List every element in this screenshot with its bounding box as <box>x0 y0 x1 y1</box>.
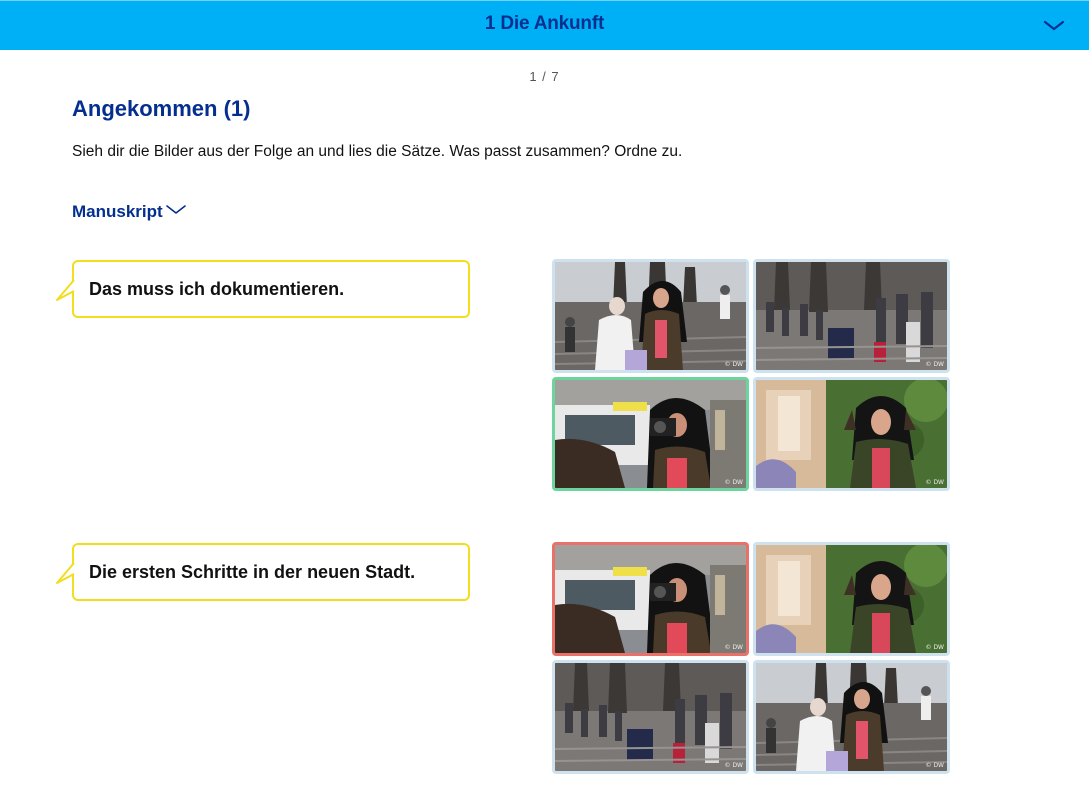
sentence-bubble: Die ersten Schritte in der neuen Stadt. <box>56 543 470 601</box>
exercise-title: Angekommen (1) <box>72 96 251 121</box>
sentence-text: Das muss ich dokumentieren. <box>89 279 345 299</box>
page-indicator: 1 / 7 <box>529 69 560 84</box>
image-choice-grid: © DW © DW © DW © DW <box>552 542 952 776</box>
scene-image <box>756 663 947 771</box>
image-tile-crowd-on-stairs-at-cathedral[interactable]: © DW <box>753 259 950 373</box>
watermark: © DW <box>925 479 944 486</box>
image-tile-woman-with-old-man-on-stairs[interactable]: © DW <box>552 259 749 373</box>
watermark: © DW <box>724 644 743 651</box>
watermark: © DW <box>724 361 743 368</box>
chevron-down-icon[interactable] <box>1043 17 1065 33</box>
image-tile-woman-taking-photo-at-taxi[interactable]: © DW <box>552 377 749 491</box>
image-tile-crowd-on-stairs-at-cathedral[interactable]: © DW <box>552 660 749 774</box>
speech-tail-icon <box>56 559 75 585</box>
watermark: © DW <box>925 644 944 651</box>
chapter-header[interactable]: 1 Die Ankunft <box>0 0 1089 50</box>
sentence-text: Die ersten Schritte in der neuen Stadt. <box>89 562 416 582</box>
manuscript-toggle[interactable]: Manuskript <box>72 202 187 222</box>
watermark: © DW <box>724 479 743 486</box>
scene-image <box>756 380 947 488</box>
scene-image <box>555 380 746 488</box>
chapter-title: 1 Die Ankunft <box>484 13 605 34</box>
manuscript-label: Manuskript <box>72 202 163 221</box>
image-tile-woman-with-old-man-on-stairs[interactable]: © DW <box>753 660 950 774</box>
scene-image <box>555 262 746 370</box>
exercise-instructions: Sieh dir die Bilder aus der Folge an und… <box>72 143 683 160</box>
watermark: © DW <box>925 361 944 368</box>
scene-image <box>555 545 746 653</box>
image-tile-woman-taking-photo-at-taxi[interactable]: © DW <box>552 542 749 656</box>
scene-image <box>756 262 947 370</box>
scene-image <box>756 545 947 653</box>
image-choice-grid: © DW © DW © DW © DW <box>552 259 952 493</box>
speech-tail-icon <box>56 276 75 302</box>
image-tile-woman-holding-head-at-building[interactable]: © DW <box>753 377 950 491</box>
image-tile-woman-holding-head-at-building[interactable]: © DW <box>753 542 950 656</box>
chevron-down-icon <box>165 205 186 214</box>
watermark: © DW <box>724 762 743 769</box>
scene-image <box>555 663 746 771</box>
watermark: © DW <box>925 762 944 769</box>
sentence-bubble: Das muss ich dokumentieren. <box>56 260 470 318</box>
